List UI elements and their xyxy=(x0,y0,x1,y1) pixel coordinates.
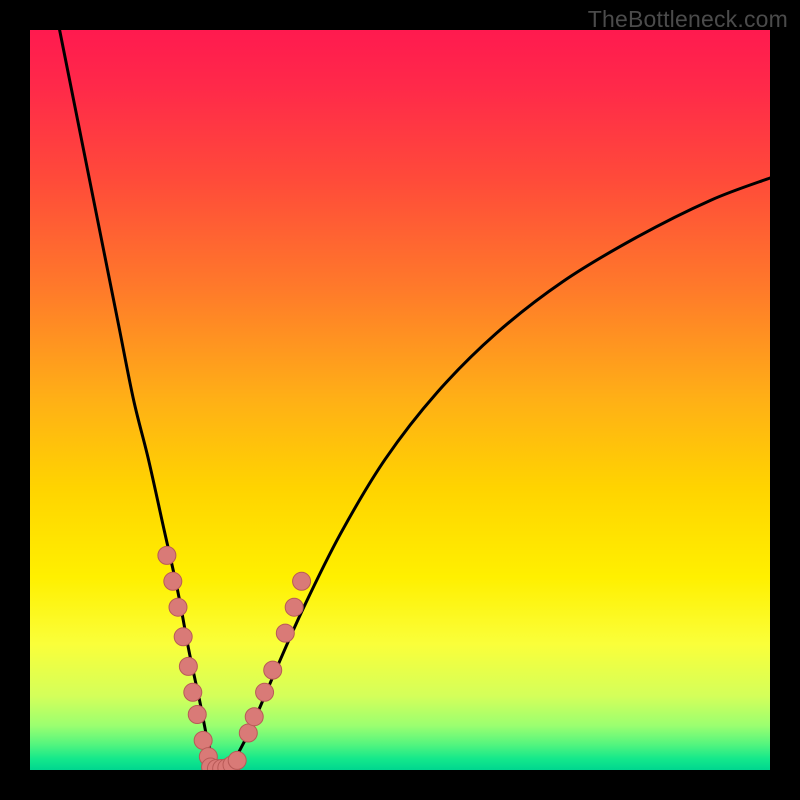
data-marker xyxy=(276,624,294,642)
watermark-text: TheBottleneck.com xyxy=(588,6,788,33)
data-markers xyxy=(158,546,311,770)
data-marker xyxy=(293,572,311,590)
data-marker xyxy=(174,628,192,646)
data-marker xyxy=(184,683,202,701)
data-marker xyxy=(188,706,206,724)
data-marker xyxy=(228,751,246,769)
data-marker xyxy=(245,708,263,726)
data-marker xyxy=(264,661,282,679)
data-marker xyxy=(256,683,274,701)
data-marker xyxy=(164,572,182,590)
data-marker xyxy=(169,598,187,616)
data-marker xyxy=(194,731,212,749)
data-marker xyxy=(179,657,197,675)
outer-frame: TheBottleneck.com xyxy=(0,0,800,800)
data-marker xyxy=(158,546,176,564)
chart-svg xyxy=(30,30,770,770)
bottleneck-curve xyxy=(60,30,770,770)
data-marker xyxy=(285,598,303,616)
plot-area xyxy=(30,30,770,770)
data-marker xyxy=(239,724,257,742)
